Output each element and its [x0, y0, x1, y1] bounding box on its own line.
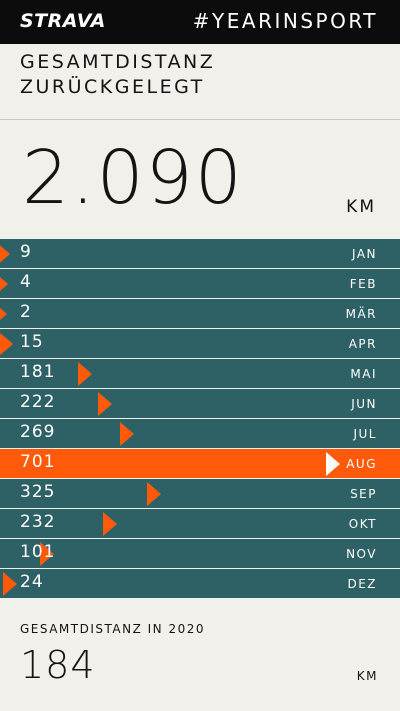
month-label: DEZ — [347, 577, 377, 591]
month-row-mai: 181 MAI — [0, 359, 400, 388]
month-marker-icon — [0, 332, 14, 356]
month-value: 181 — [20, 362, 56, 382]
month-row-feb: 4 FEB — [0, 269, 400, 298]
month-label: JUN — [351, 397, 377, 411]
month-marker-icon — [97, 392, 112, 416]
headline-line-2: ZURÜCKGELEGT — [20, 76, 205, 98]
month-marker-icon — [0, 302, 7, 326]
month-marker-icon — [120, 422, 135, 446]
month-row-nov: 101 NOV — [0, 539, 400, 568]
month-row-aug: 701 AUG — [0, 449, 400, 478]
month-row-mär: 2 MÄR — [0, 299, 400, 328]
month-value: 222 — [20, 392, 56, 412]
month-label: MÄR — [345, 307, 377, 321]
month-value: 9 — [20, 242, 32, 262]
month-value: 15 — [20, 332, 44, 352]
month-marker-icon — [78, 362, 93, 386]
month-row-okt: 232 OKT — [0, 509, 400, 538]
month-label: JAN — [351, 247, 377, 261]
month-row-jun: 222 JUN — [0, 389, 400, 418]
month-label: OKT — [348, 517, 377, 531]
month-marker-icon — [0, 242, 11, 266]
month-row-apr: 15 APR — [0, 329, 400, 358]
month-value: 2 — [20, 302, 32, 322]
month-label: JUL — [353, 427, 377, 441]
month-value: 269 — [20, 422, 56, 442]
yearly-total-value: 184 — [20, 643, 96, 687]
month-marker-icon — [326, 452, 340, 476]
month-value: 325 — [20, 482, 56, 502]
month-row-sep: 325 SEP — [0, 479, 400, 508]
strava-logo: STRAVA — [20, 10, 106, 32]
total-distance-value: 2.090 — [22, 135, 244, 221]
month-value: 701 — [20, 452, 56, 472]
headline: GESAMTDISTANZ ZURÜCKGELEGT — [20, 50, 380, 100]
yearly-total-label: GESAMTDISTANZ IN 2020 — [20, 622, 205, 636]
month-label: MAI — [350, 367, 377, 381]
month-row-jul: 269 JUL — [0, 419, 400, 448]
month-label: AUG — [346, 457, 377, 471]
month-label: NOV — [346, 547, 377, 561]
month-value: 232 — [20, 512, 56, 532]
month-marker-icon — [3, 572, 18, 596]
yearly-total-unit: KM — [356, 669, 378, 683]
month-label: SEP — [350, 487, 377, 501]
top-bar: STRAVA #YEARINSPORT — [0, 0, 400, 44]
month-marker-icon — [102, 512, 117, 536]
month-marker-icon — [146, 482, 161, 506]
month-label: APR — [348, 337, 377, 351]
month-value: 4 — [20, 272, 32, 292]
total-distance-unit: KM — [346, 197, 376, 217]
month-value: 24 — [20, 572, 44, 592]
month-marker-icon — [0, 272, 8, 296]
month-row-jan: 9 JAN — [0, 239, 400, 268]
month-label: FEB — [349, 277, 377, 291]
headline-line-1: GESAMTDISTANZ — [20, 51, 216, 73]
month-row-dez: 24 DEZ — [0, 569, 400, 598]
hashtag-title: #YEARINSPORT — [192, 9, 378, 33]
month-value: 101 — [20, 542, 56, 562]
divider — [0, 119, 400, 120]
